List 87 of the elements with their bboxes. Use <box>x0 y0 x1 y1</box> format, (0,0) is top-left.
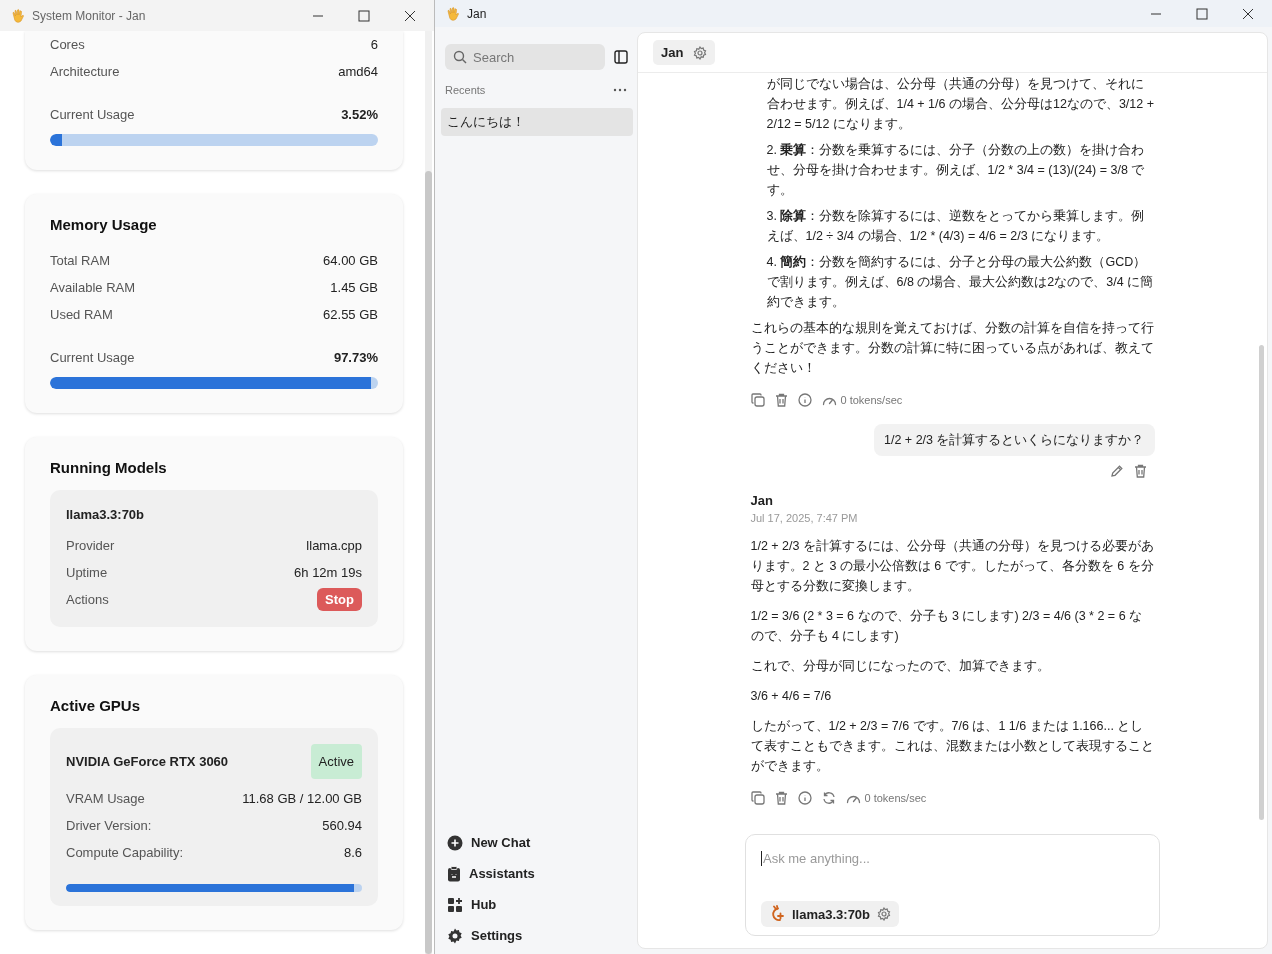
stat-value: 64.00 GB <box>323 252 378 270</box>
assistant-chip[interactable]: Jan <box>653 40 716 65</box>
card-title: Active GPUs <box>50 697 142 714</box>
window-title: Jan <box>467 6 488 21</box>
message-paragraph: 1/2 = 3/6 (2 * 3 = 6 なので、分子も 3 にします) 2/3 = 4/6 (3 * 2 = 6 なので、分子も 4 にします) <box>750 608 1144 645</box>
stat-value: 6 <box>370 36 378 54</box>
apps-grid-icon <box>447 897 463 913</box>
model-selector[interactable]: llama3.3:70b <box>761 901 900 927</box>
info-icon[interactable] <box>797 393 812 407</box>
stat-value: 1.45 GB <box>330 279 378 297</box>
search-field[interactable]: Search <box>445 44 605 70</box>
info-icon[interactable] <box>797 791 812 805</box>
window-title: System Monitor - Jan <box>32 8 147 23</box>
status-badge: Active <box>310 744 362 779</box>
settings-icon[interactable] <box>877 907 892 921</box>
pencil-icon[interactable] <box>1109 464 1124 478</box>
message-paragraph: したがって、1/2 + 2/3 = 7/6 です。7/6 は、1 1/6 または 1.166... として表すこともできます。これは、混数または小数として表現することができます。 <box>750 718 1155 775</box>
stat-value: amd64 <box>338 63 378 81</box>
more-icon[interactable] <box>613 88 627 92</box>
message-paragraph: 3/6 + 4/6 = 7/6 <box>750 688 833 705</box>
nav-item[interactable]: Settings <box>471 926 523 946</box>
speed-text: 0 tokens/sec <box>840 393 903 408</box>
logo-icon <box>769 905 785 923</box>
stat-label: Uptime <box>66 564 108 582</box>
stat-label: Driver Version: <box>66 817 152 835</box>
message-paragraph: 1/2 + 2/3 を計算するには、公分母（共通の分母）を見つける必要があります。2 と 3 の最小公倍数は 6 です。したがって、各分数を 6 を分母とする分数に変換します。 <box>750 538 1155 595</box>
list-item-text: 2. 乗算：分数を乗算するには、分子（分数の上の数）を掛け合わせ、分母を掛け合わせます。例えば、1/2 * 3/4 = (13)/(24) = 3/8 です。 <box>765 142 1146 199</box>
refresh-icon[interactable] <box>821 791 836 805</box>
stat-label: Actions <box>66 591 109 609</box>
close-icon[interactable] <box>1242 7 1254 20</box>
stat-label: Architecture <box>50 63 120 81</box>
model-name: llama3.3:70b <box>66 506 146 524</box>
plus-circle-icon <box>447 835 463 851</box>
author-name: Jan <box>750 492 774 510</box>
stat-label: Compute Capability: <box>66 844 184 862</box>
maximize-icon[interactable] <box>358 9 370 22</box>
list-item-text: 4. 簡約：分数を簡約するには、分子と分母の最大公約数（GCD）で割ります。例えば、6/8 の場合、最大公約数は2なので、3/4 に簡約できます。 <box>765 254 1155 311</box>
trash-icon[interactable] <box>774 393 788 407</box>
stat-label: Total RAM <box>50 252 110 270</box>
waving-hand-icon <box>10 7 26 24</box>
maximize-icon[interactable] <box>1196 7 1208 20</box>
waving-hand-icon <box>445 5 461 22</box>
settings-icon[interactable] <box>693 45 708 60</box>
gpu-name: NVIDIA GeForce RTX 3060 <box>66 752 229 771</box>
stat-value: 6h 12m 19s <box>294 564 362 582</box>
list-item-text: 3. 除算：分数を除算するには、逆数をとってから乗算します。例えば、1/2 ÷ 3/4 の場合、1/2 * (4/3) = 4/6 = 2/3 になります。 <box>765 208 1146 245</box>
trash-icon[interactable] <box>1133 464 1147 478</box>
search-input[interactable]: Search <box>473 49 593 65</box>
stat-label: Cores <box>50 36 85 54</box>
message-time: Jul 17, 2025, 7:47 PM <box>750 511 859 526</box>
search-icon <box>453 50 467 64</box>
speed-text: 0 tokens/sec <box>864 791 927 806</box>
copy-icon[interactable] <box>750 393 765 407</box>
message-paragraph: これで、分母が同じになったので、加算できます。 <box>750 658 1051 675</box>
section-label: Recents <box>445 84 486 96</box>
card-title: Memory Usage <box>50 216 158 233</box>
nav-item[interactable]: New Chat <box>471 833 531 853</box>
clipboard-icon <box>447 866 461 882</box>
stat-value: llama.cpp <box>306 537 362 555</box>
stat-label: VRAM Usage <box>66 790 145 808</box>
sidebar-toggle-icon[interactable] <box>614 50 628 64</box>
nav-item[interactable]: Assistants <box>469 864 535 884</box>
usage-value: 97.73% <box>333 349 378 367</box>
stat-label: Available RAM <box>50 279 136 297</box>
card-title: Running Models <box>50 459 168 476</box>
stat-label: Used RAM <box>50 306 113 324</box>
message-input[interactable]: Ask me anything... llama3.3:70b <box>745 834 1160 936</box>
stop-button[interactable]: Stop <box>317 588 362 611</box>
stat-value: 62.55 GB <box>323 306 378 324</box>
nav-item[interactable]: Hub <box>471 895 497 915</box>
scrollbar-thumb[interactable] <box>1259 345 1264 820</box>
stat-label: Provider <box>66 537 115 555</box>
stat-value: 560.94 <box>322 817 362 835</box>
settings-icon <box>447 928 463 944</box>
trash-icon[interactable] <box>774 791 788 805</box>
stat-value: 8.6 <box>343 844 362 862</box>
thread-item[interactable]: こんにちは！ <box>441 108 633 136</box>
close-icon[interactable] <box>404 9 416 22</box>
list-item-text: が同じでない場合は、公分母（共通の分母）を見つけて、それに合わせます。例えば、1/4 + 1/6 の場合、公分母は12なので、3/12 + 2/12 = 5/12 になります。 <box>765 76 1155 133</box>
message-paragraph: これらの基本的な規則を覚えておけば、分数の計算を自信を持って行うことができます。分数の計算に特に困っている点があれば、教えてください！ <box>750 320 1155 377</box>
stat-value: 11.68 GB / 12.00 GB <box>242 790 362 808</box>
copy-icon[interactable] <box>750 791 765 805</box>
scrollbar-thumb[interactable] <box>425 171 432 954</box>
usage-value: 3.52% <box>341 106 378 124</box>
user-message: 1/2 + 2/3 を計算するといくらになりますか？ <box>874 424 1155 456</box>
usage-label: Current Usage <box>50 349 135 367</box>
usage-label: Current Usage <box>50 106 135 124</box>
